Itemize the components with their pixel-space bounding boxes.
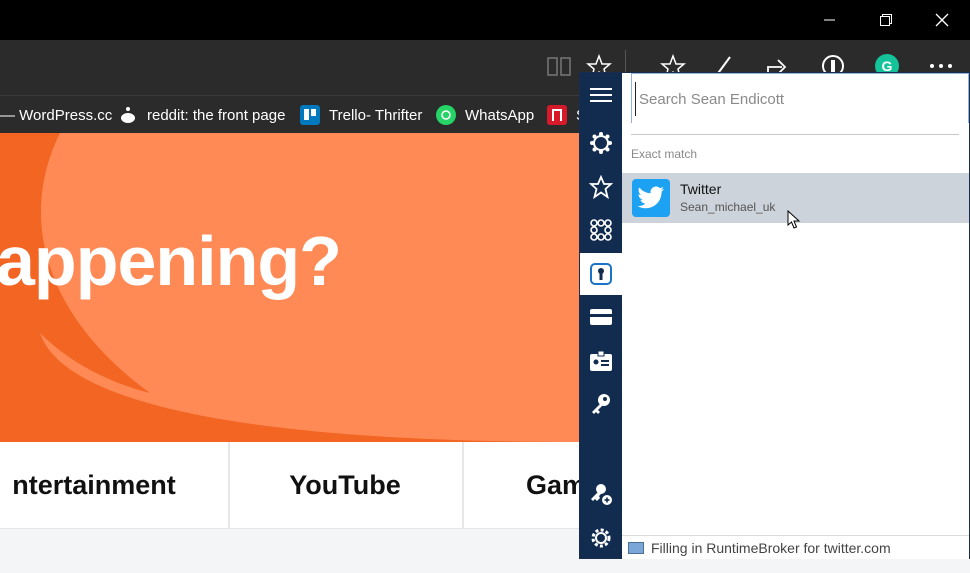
login-keyhole-icon: [590, 263, 612, 285]
bookmark-reddit[interactable]: reddit: the front page: [118, 96, 285, 134]
book-icon: [547, 57, 571, 76]
id-card-icon: [590, 350, 612, 371]
popup-sidebar: [580, 73, 622, 558]
identities-button[interactable]: [580, 340, 622, 382]
login-item-title: Twitter: [680, 181, 722, 197]
status-bar: Filling in RuntimeBroker for twitter.com: [622, 535, 969, 559]
key-icon: [592, 394, 610, 414]
hero-title: appening?: [0, 222, 342, 300]
tile-entertainment[interactable]: ntertainment: [0, 442, 230, 528]
grid-icon: [590, 219, 612, 241]
tile-youtube[interactable]: YouTube: [228, 442, 464, 528]
whatsapp-icon: [436, 105, 456, 125]
restore-button[interactable]: [858, 0, 914, 40]
search-input[interactable]: [635, 82, 961, 116]
minimize-button[interactable]: [802, 0, 858, 40]
gear-icon: [591, 528, 611, 548]
app-icon: [547, 105, 567, 125]
credit-card-icon: [590, 309, 612, 325]
credit-cards-button[interactable]: [580, 296, 622, 338]
generate-password-button[interactable]: [580, 473, 622, 515]
bookmark-wordpress[interactable]: — WordPress.cc: [0, 96, 112, 134]
all-items-button[interactable]: [580, 122, 622, 164]
status-text: Filling in RuntimeBroker for twitter.com: [651, 539, 891, 556]
close-button[interactable]: [914, 0, 970, 40]
password-manager-popup: Exact match Twitter Sean_michael_uk Fill…: [579, 72, 970, 559]
menu-button[interactable]: [580, 74, 622, 116]
bookmark-whatsapp[interactable]: WhatsApp: [436, 96, 534, 134]
reddit-icon: [118, 105, 138, 125]
twitter-icon: [632, 179, 670, 217]
all-items-icon: [590, 132, 612, 154]
hamburger-icon: [590, 88, 612, 102]
hero-banner: appening?: [0, 133, 580, 442]
star-outline-icon: [589, 175, 613, 199]
logins-button[interactable]: [580, 253, 622, 295]
window-icon: [628, 541, 644, 554]
restore-icon: [880, 14, 892, 26]
favorites-nav-button[interactable]: [580, 166, 622, 208]
login-item-username: Sean_michael_uk: [680, 200, 776, 214]
category-tiles: ntertainment YouTube Gam: [0, 442, 696, 529]
passwords-button[interactable]: [580, 383, 622, 425]
search-box: [631, 73, 969, 123]
more-icon: [930, 64, 952, 68]
search-divider: [631, 134, 959, 135]
close-icon: [935, 13, 949, 27]
window-titlebar: [0, 0, 970, 40]
settings-button[interactable]: [580, 517, 622, 559]
categories-button[interactable]: [580, 209, 622, 251]
key-add-icon: [591, 484, 612, 505]
trello-icon: [300, 105, 320, 125]
mouse-cursor-icon: [787, 210, 801, 229]
section-label: Exact match: [631, 147, 698, 161]
bookmark-trello[interactable]: Trello- Thrifter: [300, 96, 422, 134]
minimize-icon: [824, 19, 835, 21]
reading-view-button[interactable]: [543, 50, 575, 82]
login-item[interactable]: Twitter Sean_michael_uk: [622, 173, 969, 229]
